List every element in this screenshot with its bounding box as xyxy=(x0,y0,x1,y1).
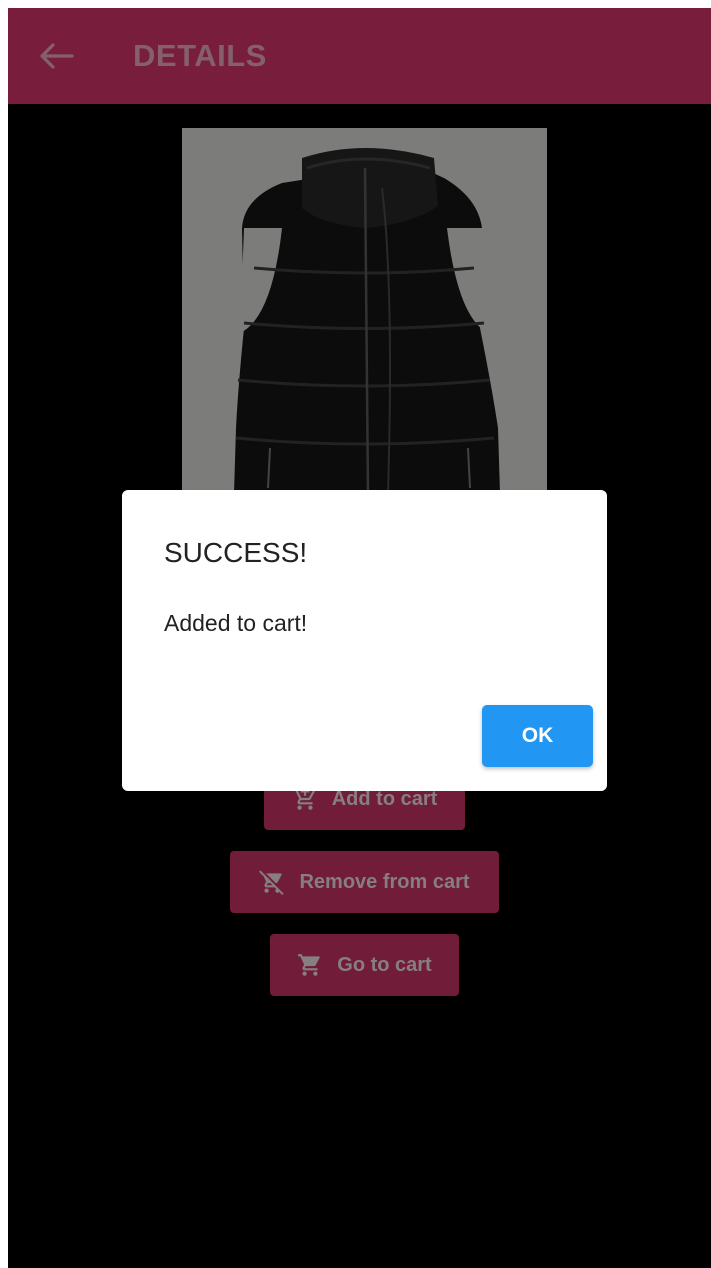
go-to-cart-button[interactable]: Go to cart xyxy=(270,934,459,996)
remove-from-cart-button[interactable]: Remove from cart xyxy=(230,851,499,913)
success-dialog: SUCCESS! Added to cart! OK xyxy=(122,490,607,791)
dialog-message: Added to cart! xyxy=(164,610,308,636)
app-bar: DETAILS xyxy=(8,8,711,104)
dialog-title: SUCCESS! xyxy=(164,537,308,568)
ok-button-label: OK xyxy=(521,724,554,747)
puffer-vest-image xyxy=(182,128,547,493)
remove-from-cart-label: Remove from cart xyxy=(299,870,470,893)
ok-button[interactable]: OK xyxy=(482,705,593,767)
screen: DETAILS Add to cart Remove from cart Go … xyxy=(8,8,711,1268)
page-title: DETAILS xyxy=(133,38,267,73)
remove-shopping-cart-icon xyxy=(259,870,285,895)
shopping-cart-icon xyxy=(298,954,321,976)
arrow-left-icon[interactable] xyxy=(38,42,74,70)
go-to-cart-label: Go to cart xyxy=(337,953,432,976)
product-image xyxy=(182,128,547,493)
